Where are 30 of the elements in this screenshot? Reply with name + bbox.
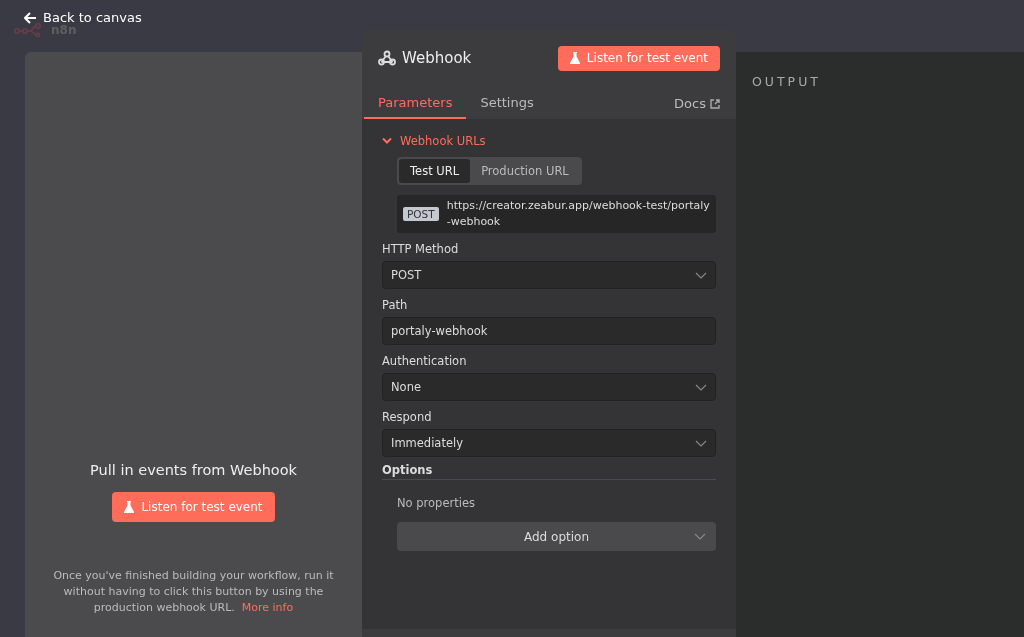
panel-heading: Pull in events from Webhook: [90, 462, 297, 478]
back-link[interactable]: Back to canvas: [24, 10, 142, 25]
node-title: Webhook: [402, 49, 473, 67]
tab[interactable]: Settings: [466, 95, 548, 119]
add-option-button[interactable]: Add option: [397, 522, 716, 551]
output-title: OUTPUT: [752, 74, 822, 89]
webhook-icon: [378, 50, 396, 66]
select-field[interactable]: POST: [382, 261, 716, 289]
url-tab[interactable]: Production URL: [470, 159, 580, 183]
url-tab[interactable]: Test URL: [399, 159, 471, 183]
select-field[interactable]: None: [382, 373, 716, 401]
section-toggle[interactable]: Webhook URLs: [382, 134, 486, 148]
field-label: Authentication: [382, 354, 468, 368]
select-field[interactable]: Immediately: [382, 429, 716, 457]
field-label: Respond: [382, 410, 433, 424]
webhook-url: https://creator.zeabur.app/webhook-test/portaly-webhook: [446, 198, 710, 230]
flask-icon: [569, 52, 580, 64]
field-label: Path: [382, 298, 409, 312]
back-arrow-icon: [24, 11, 37, 24]
docs-link[interactable]: Docs: [674, 96, 720, 119]
external-link-icon: [710, 98, 720, 109]
method-badge: POST: [403, 207, 439, 221]
options-heading: Options: [382, 463, 433, 479]
text-field[interactable]: portaly-webhook: [382, 317, 716, 345]
flask-icon: [124, 501, 135, 513]
hint-text: Once you've finished building your workflow, run it without having to click this button by using the production webhook URL. More info: [52, 568, 335, 616]
more-info-link[interactable]: More info: [241, 601, 294, 614]
empty-text: No properties: [397, 496, 476, 510]
chevron-icon: [382, 137, 392, 145]
field-label: HTTP Method: [382, 242, 460, 256]
